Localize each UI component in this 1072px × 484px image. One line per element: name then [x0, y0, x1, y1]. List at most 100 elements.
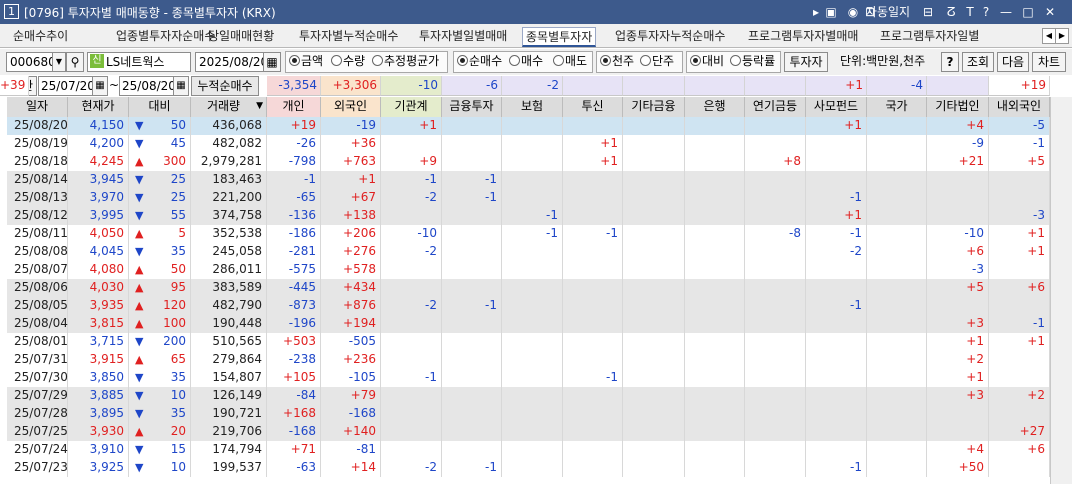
table-row[interactable]: 25/07/28 3,895 ▼ 35 190,721 +168 -168 [7, 405, 1050, 423]
table-row[interactable]: 25/08/18 4,245 ▲ 300 2,979,281 -798 +763 +9 +1 +8… [7, 153, 1050, 171]
table-row[interactable]: 25/08/04 3,815 ▲ 100 190,448 -196 +194 +3 -1 [7, 315, 1050, 333]
window-control-4[interactable]: ⊟ [920, 3, 936, 21]
help-button[interactable]: ? [941, 52, 959, 72]
compare-radio-0[interactable]: 대비 [690, 52, 724, 72]
change-value: 50 [170, 262, 186, 276]
tab-next-icon[interactable]: ▶ [1055, 28, 1069, 44]
column-header-12[interactable]: 연기금등 [745, 97, 806, 117]
share_unit-radio-1[interactable]: 단주 [640, 52, 674, 72]
change-cell: ▼ 45 [129, 135, 191, 153]
investor-cell-외국인: -505 [321, 333, 381, 351]
window-control-8[interactable]: — [998, 3, 1014, 21]
tab-4[interactable]: 투자자별일별매매 [416, 27, 510, 47]
window-control-6[interactable]: T [962, 3, 978, 21]
code-dropdown-button[interactable]: ▼ [52, 52, 66, 72]
table-row[interactable]: 25/07/29 3,885 ▼ 10 126,149 -84 +79 +3 +2 [7, 387, 1050, 405]
window-control-1[interactable]: ▣ [823, 3, 839, 21]
unit_type-radio-2[interactable]: 추정평균가 [372, 52, 439, 72]
unit_type-radio-1[interactable]: 수량 [331, 52, 365, 72]
table-row[interactable]: 25/08/07 4,080 ▲ 50 286,011 -575 +578 -3 [7, 261, 1050, 279]
window-control-9[interactable]: □ [1020, 3, 1036, 21]
column-header-9[interactable]: 투신 [563, 97, 623, 117]
window-control-0[interactable]: ▸ [808, 3, 824, 21]
column-header-label: 은행 [703, 99, 726, 113]
investor-cell-기타법인: +1 [927, 333, 989, 351]
column-header-16[interactable]: 내외국인 [989, 97, 1050, 117]
change-value: 35 [170, 244, 186, 258]
investor-cell-보험 [502, 459, 563, 477]
tab-8[interactable]: 프로그램투자자일별 [877, 27, 982, 47]
table-row[interactable]: 25/07/30 3,850 ▼ 35 154,807 +105 -105 -1 -1 +1 [7, 369, 1050, 387]
tab-3[interactable]: 투자자별누적순매수 [296, 27, 401, 47]
column-header-8[interactable]: 보험 [502, 97, 563, 117]
unit_type-radio-0[interactable]: 금액 [289, 52, 323, 72]
window-control-7[interactable]: ? [978, 3, 994, 21]
calendar-icon[interactable]: ▦ [263, 52, 281, 72]
column-header-11[interactable]: 은행 [685, 97, 745, 117]
column-header-1[interactable]: 현재가 [68, 97, 129, 117]
table-row[interactable]: 25/07/23 3,925 ▼ 10 199,537 -63 +14 -2 -1 -1 +50 [7, 459, 1050, 477]
investor-button[interactable]: 투자자 [784, 52, 828, 72]
from-date-input[interactable]: 25/07/20 [38, 76, 94, 96]
table-row[interactable]: 25/08/06 4,030 ▲ 95 383,589 -445 +434 +5 +6 [7, 279, 1050, 297]
window-control-5[interactable]: ⵒ [943, 3, 959, 21]
investor-cell-은행 [685, 225, 745, 243]
column-header-7[interactable]: 금융투자 [442, 97, 502, 117]
to-calendar-icon[interactable]: ▦ [173, 76, 189, 96]
table-row[interactable]: 25/07/31 3,915 ▲ 65 279,864 -238 +236 +2 [7, 351, 1050, 369]
trade_type-radio-2[interactable]: 매도 [553, 52, 587, 72]
table-row[interactable]: 25/08/11 4,050 ▲ 5 352,538 -186 +206 -10 -1 -1 -8-… [7, 225, 1050, 243]
column-header-6[interactable]: 기관계 [381, 97, 442, 117]
compare-radio-1[interactable]: 등락률 [730, 52, 775, 72]
tab-1[interactable]: 업종별투자자순매수 [113, 27, 218, 47]
date-cell: 25/08/07 [7, 261, 68, 279]
investor-cell-연기금등 [745, 423, 806, 441]
window-control-2[interactable]: ◉ [845, 3, 861, 21]
tab-6[interactable]: 업종투자자누적순매수 [612, 27, 728, 47]
table-row[interactable]: 25/08/05 3,935 ▲ 120 482,790 -873 +876 -2 -1 -1 [7, 297, 1050, 315]
tab-prev-icon[interactable]: ◀ [1042, 28, 1056, 44]
column-header-2[interactable]: 대비 [129, 97, 191, 117]
chart-button[interactable]: 차트 [1032, 52, 1066, 72]
table-row[interactable]: 25/07/24 3,910 ▼ 15 174,794 +71 -81 +4 +6 [7, 441, 1050, 459]
table-row[interactable]: 25/08/20 4,150 ▼ 50 436,068 +19 -19 +1 +1 +4 -5 [7, 117, 1050, 135]
share_unit-radio-0[interactable]: 천주 [600, 52, 634, 72]
table-row[interactable]: 25/08/08 4,045 ▼ 35 245,058 -281 +276 -2 -2 +6 +1 [7, 243, 1050, 261]
table-row[interactable]: 25/07/25 3,930 ▲ 20 219,706 -168 +140 +27 [7, 423, 1050, 441]
auto-journal-label[interactable]: 자동일지 [860, 3, 916, 21]
vertical-scrollbar[interactable] [1050, 97, 1072, 484]
date-input[interactable]: 2025/08/20 [195, 52, 265, 72]
query-button[interactable]: 조회 [962, 52, 994, 72]
window-control-10[interactable]: ✕ [1042, 3, 1058, 21]
stock-code-input[interactable]: 000680 [6, 52, 56, 72]
table-row[interactable]: 25/08/13 3,970 ▼ 25 221,200 -65 +67 -2 -1 -1 [7, 189, 1050, 207]
sort-desc-icon[interactable]: ▼ [256, 97, 263, 116]
to-date-input[interactable]: 25/08/20 [119, 76, 175, 96]
tab-2[interactable]: 당일매매현황 [205, 27, 277, 47]
column-header-5[interactable]: 외국인 [321, 97, 381, 117]
column-header-10[interactable]: 기타금융 [623, 97, 685, 117]
column-header-0[interactable]: 일자 [7, 97, 68, 117]
next-button[interactable]: 다음 [997, 52, 1029, 72]
table-row[interactable]: 25/08/12 3,995 ▼ 55 374,758 -136 +138 -1 +1 -3 [7, 207, 1050, 225]
column-header-14[interactable]: 국가 [867, 97, 927, 117]
tab-7[interactable]: 프로그램투자자별매매 [745, 27, 861, 47]
column-header-3[interactable]: 거래량 ▼ [191, 97, 267, 117]
column-header-label: 기관계 [394, 99, 428, 113]
column-header-15[interactable]: 기타법인 [927, 97, 989, 117]
trade_type-radio-1[interactable]: 매수 [509, 52, 543, 72]
column-header-4[interactable]: 개인 [267, 97, 321, 117]
table-row[interactable]: 25/08/19 4,200 ▼ 45 482,082 -26 +36 +1 -9 -1 [7, 135, 1050, 153]
table-row[interactable]: 25/08/01 3,715 ▼ 200 510,565 +503 -505 +1 +1 [7, 333, 1050, 351]
from-calendar-icon[interactable]: ▦ [92, 76, 108, 96]
search-icon[interactable]: ⚲ [66, 52, 84, 72]
table-row[interactable]: 25/08/14 3,945 ▼ 25 183,463 -1 +1 -1 -1 [7, 171, 1050, 189]
change-cell: ▲ 65 [129, 351, 191, 369]
change-value: 35 [170, 370, 186, 384]
tab-0[interactable]: 순매수추이 [10, 27, 71, 47]
investor-cell-사모펀드: -2 [806, 243, 867, 261]
column-header-13[interactable]: 사모펀드 [806, 97, 867, 117]
tab-5[interactable]: 종목별투자자 [522, 27, 597, 47]
trade_type-radio-0[interactable]: 순매수 [457, 52, 502, 72]
investor-cell-보험 [502, 441, 563, 459]
